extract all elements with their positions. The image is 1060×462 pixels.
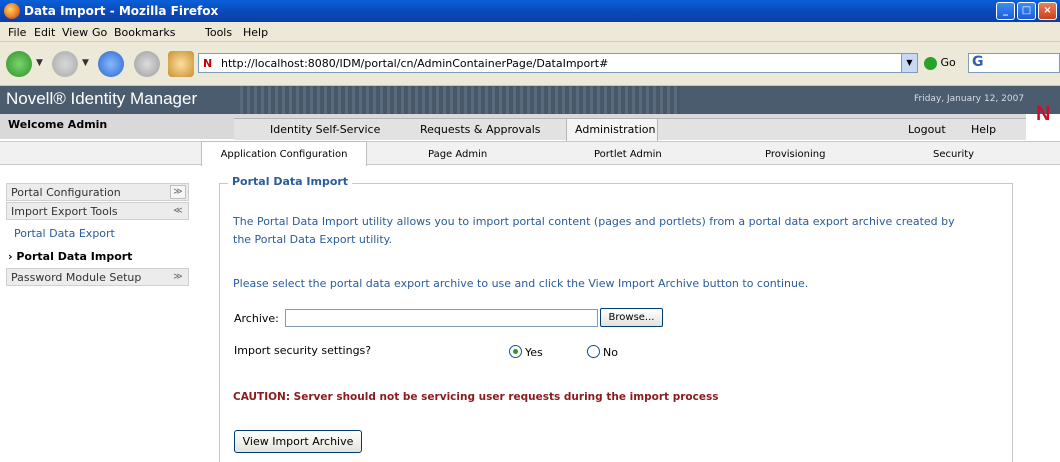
reload-icon[interactable] [98,51,124,77]
archive-input[interactable] [285,309,598,327]
intro-text-line1: The Portal Data Import utility allows yo… [233,215,955,228]
menu-bookmarks[interactable]: Bookmarks [114,26,175,39]
sidebar-item-label: Password Module Setup [11,271,142,284]
menu-help[interactable]: Help [243,26,268,39]
panel-legend: Portal Data Import [228,175,353,188]
subtab-portlet-admin[interactable]: Portlet Admin [594,149,662,160]
novell-logo: N [1036,103,1051,125]
menu-edit[interactable]: Edit [34,26,55,39]
minimize-icon[interactable]: _ [996,2,1015,20]
address-url[interactable]: http://localhost:8080/IDM/portal/cn/Admi… [221,57,608,70]
menu-tools[interactable]: Tools [205,26,232,39]
view-import-archive-button[interactable]: View Import Archive [234,430,362,453]
sidebar-link-portal-data-import[interactable]: › Portal Data Import [8,250,132,263]
security-settings-label: Import security settings? [234,344,372,357]
caution-message: CAUTION: Server should not be servicing … [233,391,719,403]
tab-requests-approvals[interactable]: Requests & Approvals [420,123,541,136]
google-search-icon: G [972,54,984,70]
sidebar-password-module-setup[interactable]: Password Module Setup ≫ [6,268,189,286]
security-yes-radio[interactable] [509,345,522,358]
header-date: Friday, January 12, 2007 [914,94,1025,104]
instructions-text: Please select the portal data export arc… [233,277,809,290]
security-no-label: No [603,346,618,359]
security-yes-label: Yes [525,346,543,359]
forward-dropdown-icon[interactable]: ▼ [82,58,89,68]
navigation-toolbar: ▼ ▼ N http://localhost:8080/IDM/portal/c… [0,42,1060,86]
home-icon[interactable] [168,51,194,77]
expand-icon[interactable]: ≫ [170,270,186,284]
expand-icon[interactable]: ≫ [170,185,186,199]
subtab-application-configuration[interactable]: Application Configuration [201,141,367,166]
sidebar-item-label: Import Export Tools [11,205,118,218]
go-label: Go [940,56,956,69]
tab-identity-self-service[interactable]: Identity Self-Service [270,123,380,136]
menu-file[interactable]: File [8,26,26,39]
subtab-provisioning[interactable]: Provisioning [765,149,825,160]
header-pattern [240,86,680,114]
go-icon [924,56,937,70]
subtab-security[interactable]: Security [933,149,974,160]
go-button[interactable]: Go [924,56,956,70]
logout-link[interactable]: Logout [908,123,946,136]
sidebar-link-portal-data-export[interactable]: Portal Data Export [14,227,115,240]
collapse-icon[interactable]: ≪ [170,204,186,218]
back-icon[interactable] [6,51,32,77]
maximize-icon[interactable]: □ [1017,2,1036,20]
firefox-icon [4,3,20,19]
close-icon[interactable]: × [1038,2,1057,20]
address-bar[interactable]: N http://localhost:8080/IDM/portal/cn/Ad… [198,53,918,73]
browse-button[interactable]: Browse... [600,308,663,327]
archive-label: Archive: [234,312,279,325]
site-favicon: N [203,57,213,70]
idm-header: Novell® Identity Manager Friday, January… [0,86,1060,114]
address-dropdown-icon[interactable]: ▼ [901,54,917,72]
forward-icon[interactable] [52,51,78,77]
intro-text-line2: the Portal Data Export utility. [233,233,393,246]
brand-title: Novell® Identity Manager [6,89,198,108]
sidebar-portal-configuration[interactable]: Portal Configuration ≫ [6,183,189,201]
search-box[interactable]: G [968,53,1060,73]
menu-go[interactable]: Go [92,26,107,39]
main-tabs: Identity Self-Service Requests & Approva… [234,118,1026,141]
menu-bar: File Edit View Go Bookmarks Tools Help [0,22,1060,42]
sidebar-import-export-tools[interactable]: Import Export Tools ≪ [6,202,189,220]
back-dropdown-icon[interactable]: ▼ [36,58,43,68]
sidebar-item-label: Portal Data Import [16,250,133,263]
menu-view[interactable]: View [62,26,88,39]
window-title: Data Import - Mozilla Firefox [24,4,219,18]
tab-administration[interactable]: Administration [566,118,658,141]
security-no-radio[interactable] [587,345,600,358]
window-title-bar: Data Import - Mozilla Firefox _ □ × [0,0,1060,22]
sub-tabs: Application Configuration Page Admin Por… [0,141,1060,166]
help-link[interactable]: Help [971,123,996,136]
welcome-text: Welcome Admin [8,118,108,131]
sidebar-item-label: Portal Configuration [11,186,121,199]
subtab-page-admin[interactable]: Page Admin [428,149,487,160]
stop-icon[interactable] [134,51,160,77]
